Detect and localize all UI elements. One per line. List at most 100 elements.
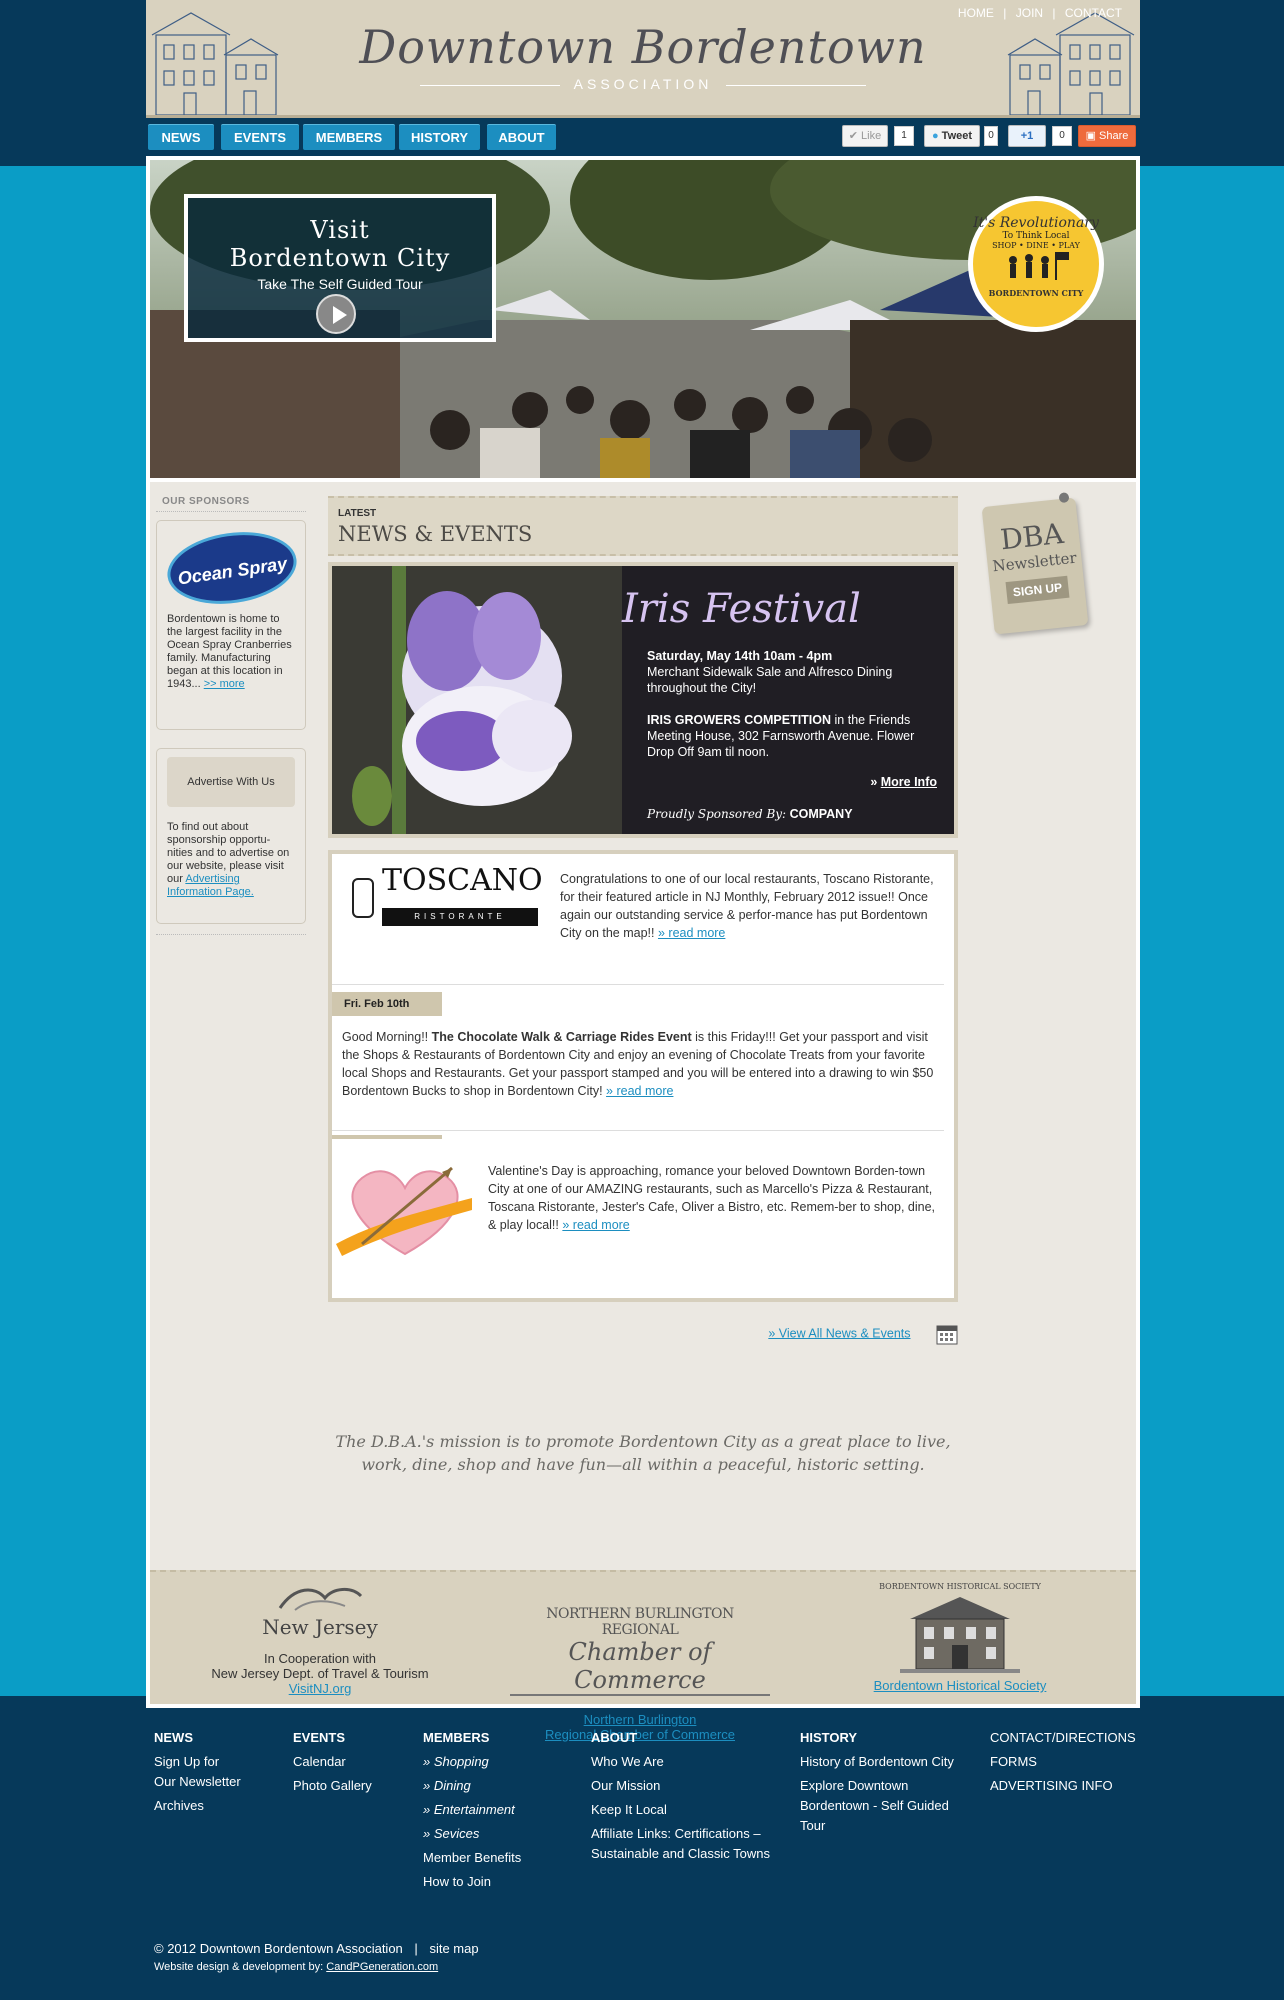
visit-promo-line1: Visit (310, 216, 370, 244)
news-item-chocolate-walk: Good Morning!! The Chocolate Walk & Carr… (342, 1028, 944, 1100)
footer-col-members: MEMBERS » Shopping » Dining » Entertainm… (423, 1728, 521, 1892)
news-item-text-pre: Good Morning!! (342, 1030, 432, 1044)
read-more-link[interactable]: » read more (658, 926, 725, 940)
footer-link-dining-label: Dining (433, 1778, 471, 1793)
social-buttons: ✔ Like 1 ● Tweet 0 +1 0 ▣ Share (842, 125, 1138, 147)
nj-logo-text[interactable]: New Jersey (200, 1615, 440, 1639)
site-map-link[interactable]: site map (429, 1941, 478, 1956)
tweet-count: 0 (984, 126, 998, 146)
nav-events[interactable]: EVENTS (221, 124, 299, 150)
content-shell: Visit Bordentown City Take The Self Guid… (146, 156, 1140, 1742)
footer-link-archives[interactable]: Archives (154, 1796, 241, 1816)
footer-link-affiliate-1[interactable]: Affiliate Links: Certifications – (591, 1824, 770, 1844)
share-button[interactable]: ▣ Share (1078, 125, 1136, 147)
footer-link-signup-1[interactable]: Sign Up for (154, 1752, 241, 1772)
main-nav: NEWS EVENTS MEMBERS HISTORY ABOUT ✔ Like… (146, 122, 1140, 152)
footer-link-member-benefits[interactable]: Member Benefits (423, 1848, 521, 1868)
badge-line1: It's Revolutionary (973, 215, 1099, 231)
nav-history[interactable]: HISTORY (399, 124, 480, 150)
sponsor-more-link[interactable]: >> more (204, 678, 245, 690)
footer-link-entertainment[interactable]: » Entertainment (423, 1800, 521, 1820)
footer-link-explore-3[interactable]: Tour (800, 1816, 954, 1836)
top-link-home[interactable]: HOME (958, 6, 994, 20)
news-divider (332, 984, 944, 985)
like-label: Like (861, 130, 882, 142)
heart-arrow-icon (336, 1166, 472, 1256)
advertise-box: Advertise With Us To find out about spon… (156, 748, 306, 924)
site-logo-title[interactable]: Downtown Bordentown (146, 20, 1140, 74)
badge-line4: BORDENTOWN CITY (988, 288, 1084, 298)
feature-date: Saturday, May 14th 10am - 4pm (647, 649, 833, 663)
nav-members[interactable]: MEMBERS (303, 124, 395, 150)
newsletter-column: DBA Newsletter SIGN UP (981, 492, 1098, 635)
view-all-row: » View All News & Events (768, 1323, 958, 1345)
footer-link-forms[interactable]: FORMS (990, 1752, 1136, 1772)
footer-link-explore-1[interactable]: Explore Downtown (800, 1776, 954, 1796)
footer-link-services[interactable]: » Sevices (423, 1824, 521, 1844)
visit-bordentown-promo[interactable]: Visit Bordentown City Take The Self Guid… (184, 194, 496, 342)
sponsor-box: Ocean Spray Bordentown is home to the la… (156, 520, 306, 730)
footer-link-our-mission[interactable]: Our Mission (591, 1776, 770, 1796)
newsletter-signup-scroll[interactable]: DBA Newsletter SIGN UP (981, 492, 1089, 635)
footer-heading-history[interactable]: HISTORY (800, 1728, 954, 1748)
historical-house-icon[interactable] (900, 1591, 1020, 1675)
footer-link-advertising-info[interactable]: ADVERTISING INFO (990, 1776, 1136, 1796)
advertise-button[interactable]: Advertise With Us (167, 757, 295, 807)
google-plus-one-button[interactable]: +1 (1008, 125, 1046, 147)
footer-link-history-of-bordentown[interactable]: History of Bordentown City (800, 1752, 954, 1772)
news-header: LATEST NEWS & EVENTS (328, 496, 958, 556)
mission-statement: The D.B.A.'s mission is to promote Borde… (150, 1430, 1136, 1476)
toscano-logo[interactable]: TOSCANO RISTORANTE (342, 866, 550, 926)
chamber-logo-line1[interactable]: NORTHERN BURLINGTON REGIONAL (510, 1606, 770, 1638)
footer-link-explore-2[interactable]: Bordentown - Self Guided (800, 1796, 954, 1816)
news-item-valentines: Valentine's Day is approaching, romance … (332, 1154, 944, 1268)
view-all-news-link[interactable]: » View All News & Events (768, 1326, 910, 1340)
footer-link-entertainment-label: Entertainment (433, 1802, 515, 1817)
footer-col-about: ABOUT Who We Are Our Mission Keep It Loc… (591, 1728, 770, 1864)
read-more-link[interactable]: » read more (606, 1084, 673, 1098)
play-icon[interactable] (316, 294, 356, 334)
footer-link-signup-2[interactable]: Our Newsletter (154, 1772, 241, 1792)
footer-link-who-we-are[interactable]: Who We Are (591, 1752, 770, 1772)
footer-link-services-label: Sevices (433, 1826, 480, 1841)
footer-heading-members[interactable]: MEMBERS (423, 1728, 521, 1748)
facebook-like-button[interactable]: ✔ Like (842, 125, 888, 147)
nav-news[interactable]: NEWS (148, 124, 214, 150)
footer-heading-about[interactable]: ABOUT (591, 1728, 770, 1748)
footer-link-calendar[interactable]: Calendar (293, 1752, 372, 1772)
copyright-separator: | (414, 1941, 418, 1956)
chamber-logo-line2[interactable]: Chamber of Commerce (510, 1638, 770, 1696)
sidebar-divider (156, 934, 306, 935)
visitnj-link[interactable]: VisitNJ.org (289, 1681, 352, 1696)
bullet-icon: » (423, 1754, 434, 1769)
footer-link-contact-directions[interactable]: CONTACT/DIRECTIONS (990, 1728, 1136, 1748)
top-link-join[interactable]: JOIN (1016, 6, 1043, 20)
newsletter-signup-button[interactable]: SIGN UP (1005, 575, 1070, 605)
footer-link-affiliate-2[interactable]: Sustainable and Classic Towns (591, 1844, 770, 1864)
footer-link-photo-gallery[interactable]: Photo Gallery (293, 1776, 372, 1796)
news-list: TOSCANO RISTORANTE Congratulations to on… (328, 850, 958, 1302)
top-link-contact[interactable]: CONTACT (1065, 6, 1122, 20)
calendar-icon[interactable] (936, 1323, 958, 1345)
footer-link-how-to-join[interactable]: How to Join (423, 1872, 521, 1892)
historical-society-link[interactable]: Bordentown Historical Society (874, 1678, 1047, 1693)
credit-text: Website design & development by: (154, 1961, 324, 1973)
chamber-link-line1[interactable]: Northern Burlington (584, 1712, 697, 1727)
nav-about[interactable]: ABOUT (487, 124, 556, 150)
nj-line2: New Jersey Dept. of Travel & Tourism (211, 1666, 429, 1681)
footer-heading-events[interactable]: EVENTS (293, 1728, 372, 1748)
footer-heading-news[interactable]: NEWS (154, 1728, 241, 1748)
credit-link[interactable]: CandPGeneration.com (326, 1961, 438, 1973)
iris-festival-feature[interactable]: Iris Festival Saturday, May 14th 10am - … (328, 562, 958, 838)
more-info-link[interactable]: More Info (881, 775, 937, 789)
footer-link-shopping[interactable]: » Shopping (423, 1752, 521, 1772)
footer-link-dining[interactable]: » Dining (423, 1776, 521, 1796)
read-more-link[interactable]: » read more (562, 1218, 629, 1232)
tweet-button[interactable]: ● Tweet (924, 125, 980, 147)
footer-link-keep-it-local[interactable]: Keep It Local (591, 1800, 770, 1820)
news-item-text: Congratulations to one of our local rest… (560, 872, 934, 940)
footer-col-contact: CONTACT/DIRECTIONS FORMS ADVERTISING INF… (990, 1728, 1136, 1796)
twitter-bird-icon: ● (931, 130, 942, 142)
ocean-spray-logo[interactable]: Ocean Spray (162, 524, 302, 612)
badge-line2: To Think Local (1002, 231, 1070, 241)
